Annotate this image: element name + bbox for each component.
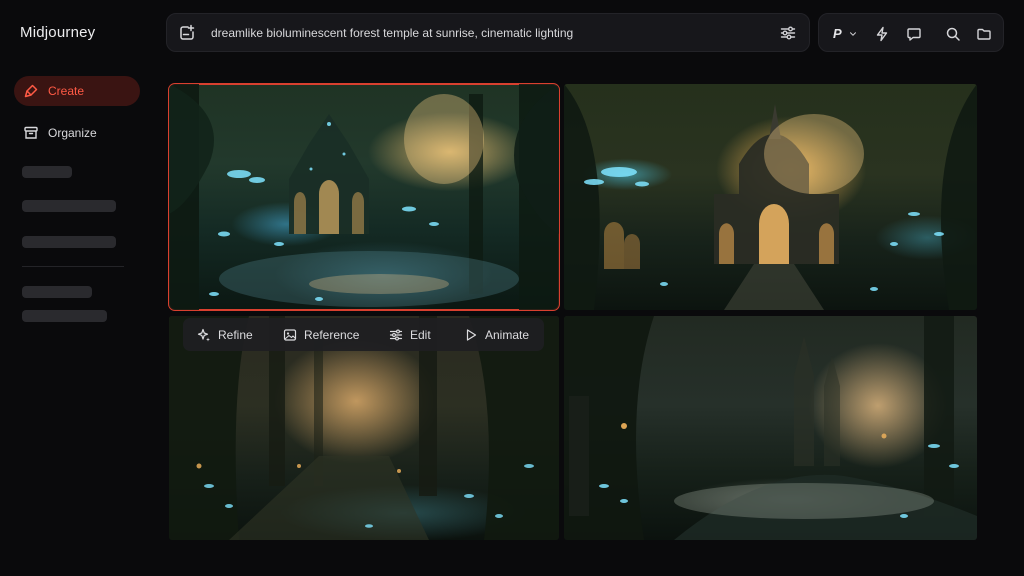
play-icon [466,328,477,341]
chat-button[interactable] [906,25,922,42]
sidebar-item-organize[interactable]: Organize [14,118,140,148]
skeleton-placeholder [22,166,72,178]
add-image-icon[interactable] [178,24,196,42]
profile-label: P [833,26,842,41]
generated-image-2[interactable] [564,84,977,310]
sidebar-divider [22,266,124,267]
sliders-icon [389,329,403,340]
chat-icon [907,27,921,41]
search-icon [946,27,960,41]
brush-icon [24,84,38,98]
skeleton-placeholder [22,200,116,212]
generated-image-1[interactable] [168,83,560,311]
speed-button[interactable] [874,25,890,42]
folder-button[interactable] [976,25,992,42]
archive-icon [24,126,38,139]
skeleton-placeholder [22,310,107,322]
lightning-icon [876,26,888,41]
chevron-down-icon [849,31,856,36]
sidebar-item-label: Organize [48,126,97,140]
action-label: Animate [485,327,530,342]
animate-button[interactable]: Animate [464,326,529,343]
generated-image-4[interactable] [564,316,977,540]
edit-button[interactable]: Edit [389,326,431,343]
skeleton-placeholder [22,236,116,248]
folder-icon [977,28,991,40]
image-scene [564,84,977,310]
reference-button[interactable]: Reference [283,326,359,343]
sidebar-item-label: Create [48,84,85,98]
prompt-bar[interactable]: dreamlike bioluminescent forest temple a… [166,13,810,52]
sidebar-item-create[interactable]: Create [14,76,140,106]
prompt-input[interactable]: dreamlike bioluminescent forest temple a… [211,26,573,40]
skeleton-placeholder [22,286,92,298]
image-scene [564,316,977,540]
toolbar: P [818,13,1004,52]
action-label: Reference [304,327,360,342]
app-logo[interactable]: Midjourney [20,24,95,41]
image-icon [283,328,297,341]
action-label: Edit [410,327,431,342]
sidebar: Midjourney Create Organize [0,0,150,576]
search-button[interactable] [945,25,961,42]
sparkle-icon [197,328,210,341]
sliders-icon[interactable] [779,24,797,42]
image-action-bar: Refine Reference Edit Animate [183,318,544,351]
profile-selector[interactable]: P [833,25,858,42]
refine-button[interactable]: Refine [197,326,253,343]
action-label: Refine [218,327,253,342]
image-scene [169,84,559,310]
